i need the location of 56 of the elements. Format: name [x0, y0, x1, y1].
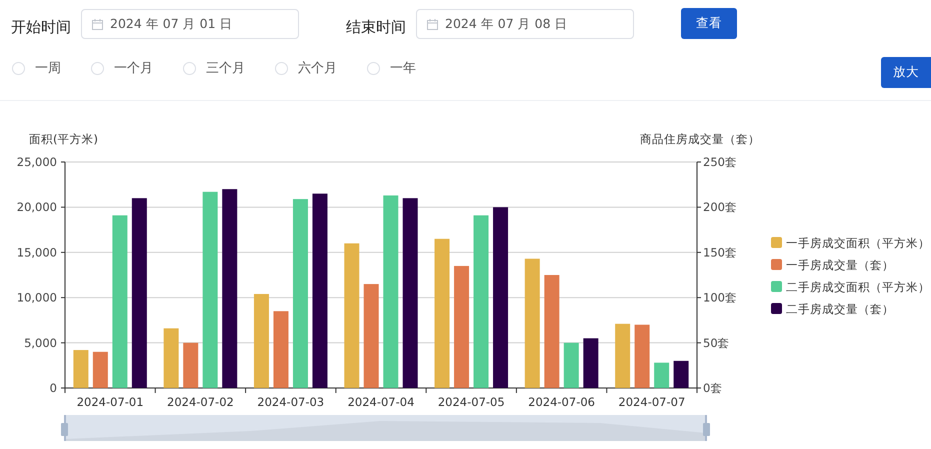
tick-label: 50套 — [703, 336, 730, 350]
category-label: 2024-07-03 — [257, 395, 324, 409]
legend-label[interactable]: 一手房成交面积（平方米） — [786, 236, 930, 250]
bar — [73, 350, 88, 388]
radio-button[interactable] — [12, 62, 25, 74]
date-field[interactable]: 2024 年 07 月 08 日 — [416, 9, 634, 39]
legend-label[interactable]: 二手房成交量（套） — [786, 302, 894, 316]
bar — [583, 338, 598, 388]
bar — [615, 324, 630, 388]
slider-handle[interactable] — [703, 423, 710, 436]
tick-label: 25,000 — [16, 155, 57, 169]
category-label: 2024-07-01 — [76, 395, 144, 409]
radio-label[interactable]: 一周 — [35, 59, 61, 77]
category-label: 2024-07-05 — [438, 395, 505, 409]
tick-label: 0套 — [703, 381, 722, 395]
legend-label[interactable]: 一手房成交量（套） — [786, 258, 894, 272]
radio-button[interactable] — [275, 62, 288, 74]
calendar-icon — [427, 18, 438, 30]
bar — [183, 342, 198, 388]
tick-label: 200套 — [703, 200, 737, 214]
field-label: 结束时间 — [346, 18, 406, 36]
tick-label: 10,000 — [16, 290, 57, 305]
category-label: 2024-07-07 — [618, 395, 686, 409]
tick-label: 250套 — [703, 155, 737, 169]
bar — [634, 324, 650, 388]
tick-label: 0 — [50, 381, 57, 395]
bar — [654, 362, 670, 388]
bar — [674, 360, 689, 388]
radio-label[interactable]: 六个月 — [298, 59, 337, 77]
radio-button[interactable] — [367, 62, 380, 74]
tick-label: 100套 — [703, 290, 737, 305]
bar — [164, 328, 179, 388]
radio-label[interactable]: 一年 — [390, 59, 416, 77]
zoom-button[interactable]: 放大 — [881, 57, 931, 88]
legend-label[interactable]: 二手房成交面积（平方米） — [786, 280, 930, 294]
category-label: 2024-07-02 — [167, 395, 234, 409]
tick-label: 150套 — [703, 245, 737, 260]
radio-button[interactable] — [183, 62, 196, 74]
calendar-icon — [92, 18, 103, 30]
radio-label[interactable]: 三个月 — [206, 59, 245, 77]
category-label: 2024-07-04 — [348, 395, 414, 409]
field-label: 开始时间 — [11, 18, 71, 36]
axis-title: 商品住房成交量（套） — [640, 132, 760, 146]
tick-label: 15,000 — [16, 245, 57, 260]
date-field[interactable]: 2024 年 07 月 01 日 — [81, 9, 299, 39]
zoom-slider[interactable] — [64, 415, 707, 441]
tick-label: 20,000 — [16, 200, 57, 214]
radio-label[interactable]: 一个月 — [114, 59, 153, 77]
category-label: 2024-07-06 — [528, 395, 595, 409]
bar — [92, 352, 108, 388]
query-button[interactable]: 查看 — [681, 8, 737, 39]
radio-button[interactable] — [91, 62, 104, 74]
tick-label: 5,000 — [24, 336, 57, 350]
bar — [564, 342, 579, 388]
axis-title: 面积(平方米) — [29, 132, 98, 146]
slider-handle[interactable] — [61, 423, 68, 436]
